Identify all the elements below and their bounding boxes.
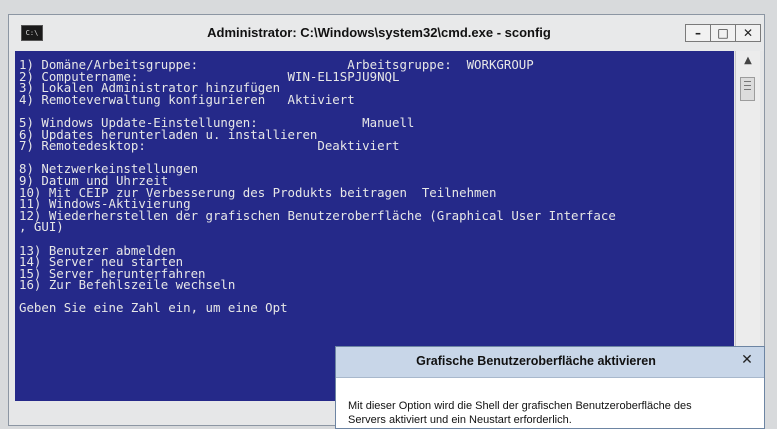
console-icon: C:\: [21, 25, 43, 41]
console-line: 7) Remotedesktop: Deaktiviert: [19, 138, 400, 154]
dialog-message: Mit dieser Option wird die Shell der gra…: [348, 399, 753, 427]
minimize-button[interactable]: –: [685, 24, 711, 42]
dialog-close-button[interactable]: ✕: [736, 352, 758, 370]
console-line: 4) Remoteverwaltung konfigurieren Aktivi…: [19, 91, 355, 107]
enable-gui-dialog: Grafische Benutzeroberfläche aktivieren …: [335, 346, 765, 429]
console-line: 16) Zur Befehlszeile wechseln: [19, 277, 236, 293]
close-button[interactable]: ✕: [735, 24, 761, 42]
console-text: 1) Domäne/Arbeitsgruppe: Arbeitsgruppe: …: [15, 51, 734, 314]
scroll-up-arrow-icon[interactable]: ▲: [736, 55, 760, 66]
window-title: Administrator: C:\Windows\system32\cmd.e…: [207, 25, 551, 40]
dialog-title: Grafische Benutzeroberfläche aktivieren: [416, 354, 656, 368]
console-line: Geben Sie eine Zahl ein, um eine Opt: [19, 300, 288, 316]
console-line: , GUI): [19, 219, 64, 235]
dialog-titlebar[interactable]: Grafische Benutzeroberfläche aktivieren …: [336, 347, 764, 378]
maximize-button[interactable]: □: [710, 24, 736, 42]
window-titlebar[interactable]: C:\ Administrator: C:\Windows\system32\c…: [9, 15, 764, 51]
dialog-message-line: Mit dieser Option wird die Shell der gra…: [348, 400, 692, 412]
scrollbar-thumb[interactable]: [740, 77, 755, 101]
dialog-message-line: Servers aktiviert und ein Neustart erfor…: [348, 414, 572, 426]
console-line: 12) Wiederherstellen der grafischen Benu…: [19, 207, 616, 223]
